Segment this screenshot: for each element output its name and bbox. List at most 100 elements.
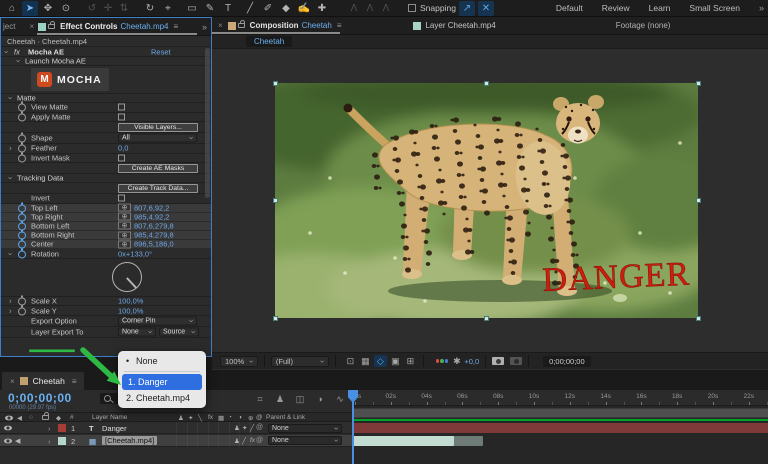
dropdown[interactable]: None› bbox=[118, 327, 156, 336]
property-value[interactable]: 100,0% bbox=[118, 306, 143, 315]
stopwatch-icon[interactable] bbox=[18, 248, 26, 259]
property-control[interactable]: 0,0 bbox=[118, 144, 128, 153]
workspace-learn[interactable]: Learn bbox=[649, 3, 671, 13]
stopwatch-icon[interactable] bbox=[18, 152, 26, 163]
tab-effect-controls[interactable]: Effect Controls bbox=[60, 22, 117, 31]
breadcrumb[interactable]: Cheetah bbox=[246, 36, 292, 47]
property-control[interactable] bbox=[118, 113, 125, 120]
menu-item-none[interactable]: •None bbox=[118, 353, 206, 369]
workspace-default[interactable]: Default bbox=[556, 3, 583, 13]
layer-switch-icon[interactable]: ♟ bbox=[234, 424, 240, 432]
twirl-icon[interactable]: › bbox=[6, 97, 15, 100]
layer-switch-icon[interactable]: fx bbox=[250, 437, 255, 444]
type-tool[interactable]: T bbox=[220, 1, 236, 16]
close-icon[interactable]: × bbox=[29, 22, 34, 31]
property-value[interactable]: 0,0 bbox=[118, 144, 128, 153]
time-ruler[interactable]: :00s02s04s06s08s10s12s14s16s18s20s22s bbox=[353, 390, 768, 406]
lock-icon[interactable] bbox=[48, 24, 55, 29]
selection-handle[interactable] bbox=[273, 198, 278, 203]
close-icon[interactable]: × bbox=[10, 377, 15, 386]
region-of-interest-icon[interactable]: ▣ bbox=[389, 355, 402, 367]
selection-tool[interactable]: ➤ bbox=[22, 1, 38, 16]
layer-row--cheetah-mp4-[interactable]: ◀›2▤[Cheetah.mp4]♟╱fx@None› bbox=[0, 435, 352, 447]
twirl-icon[interactable]: › bbox=[9, 306, 12, 315]
composition-image[interactable]: DANGER bbox=[275, 83, 698, 318]
snapping-checkbox[interactable] bbox=[408, 4, 416, 12]
resolution-select[interactable]: (Full)› bbox=[271, 356, 329, 367]
twirl-icon[interactable]: › bbox=[9, 144, 12, 153]
selection-handle[interactable] bbox=[273, 81, 278, 86]
layer-name[interactable]: Danger bbox=[102, 424, 127, 433]
channel-icon[interactable] bbox=[436, 359, 449, 363]
layer-name-column-header[interactable]: Layer Name bbox=[92, 414, 127, 421]
puppet-pin-tool[interactable]: ✚ bbox=[314, 1, 330, 16]
property-control[interactable]: All› bbox=[118, 134, 197, 143]
orbit-camera-tool[interactable]: ↺ bbox=[84, 1, 100, 16]
ec-button-create-track-data-[interactable]: Create Track Data... bbox=[118, 184, 198, 193]
current-timecode[interactable]: 0;00;00;00 bbox=[8, 391, 72, 405]
dropdown[interactable]: All› bbox=[118, 134, 197, 143]
property-value[interactable]: 985,4,92,2 bbox=[134, 212, 169, 221]
selection-handle[interactable] bbox=[696, 198, 701, 203]
label-column-icon[interactable]: ◆ bbox=[56, 414, 61, 422]
twirl-icon[interactable]: › bbox=[48, 424, 51, 433]
selection-handle[interactable] bbox=[484, 316, 489, 321]
switch-column-icon[interactable]: ◑ bbox=[238, 414, 242, 421]
twirl-icon[interactable]: › bbox=[9, 297, 12, 306]
mask-visibility-icon[interactable]: ◇ bbox=[374, 355, 387, 367]
selection-handle[interactable] bbox=[273, 316, 278, 321]
property-value[interactable]: 100,0% bbox=[118, 297, 143, 306]
tab-footage[interactable]: Footage (none) bbox=[616, 21, 671, 30]
snap-expand-icon[interactable]: ✕ bbox=[478, 1, 494, 16]
property-value[interactable]: 807,6,279,8 bbox=[134, 221, 174, 230]
switch-column-icon[interactable]: ♟ bbox=[178, 414, 184, 422]
reset-link[interactable]: Reset bbox=[151, 47, 171, 56]
grid-guides-icon[interactable]: ⊡ bbox=[344, 355, 357, 367]
layer-duration-bar[interactable] bbox=[353, 436, 454, 446]
tab-composition-doc[interactable]: Cheetah bbox=[302, 21, 332, 30]
target-icon[interactable]: ⊕ bbox=[118, 231, 131, 239]
property-control[interactable]: ⊕985,4,279,8 bbox=[118, 231, 174, 240]
audio-column-icon[interactable]: ◀ bbox=[17, 414, 22, 422]
layer-color-swatch[interactable] bbox=[58, 424, 66, 432]
exposure-gear-icon[interactable]: ✱ bbox=[450, 355, 463, 367]
pan-camera-tool[interactable]: ✛ bbox=[100, 1, 116, 16]
parent-link-column-header[interactable]: Parent & Link bbox=[266, 414, 305, 421]
frame-blend-toggle-icon[interactable]: ◫ bbox=[292, 393, 308, 405]
twirl-icon[interactable]: › bbox=[48, 437, 51, 446]
pan-behind-tool[interactable]: ⌖ bbox=[160, 1, 176, 16]
eraser-tool[interactable]: ◆ bbox=[278, 1, 294, 16]
layer-switch-icon[interactable]: ♟ bbox=[234, 437, 240, 445]
timeline-track-area[interactable]: :00s02s04s06s08s10s12s14s16s18s20s22s bbox=[352, 390, 768, 464]
selection-handle[interactable] bbox=[696, 316, 701, 321]
ec-button-create-ae-masks[interactable]: Create AE Masks bbox=[118, 164, 198, 173]
pickwhip-icon[interactable]: @ bbox=[256, 424, 263, 431]
selection-handle[interactable] bbox=[484, 81, 489, 86]
property-control[interactable]: ⊕807,6,279,8 bbox=[118, 221, 174, 230]
panel-menu-icon[interactable]: ≡ bbox=[337, 21, 342, 30]
timeline-tab[interactable]: × Cheetah ≡ bbox=[2, 372, 84, 390]
twirl-icon[interactable]: › bbox=[2, 50, 11, 53]
exposure-value[interactable]: +0,0 bbox=[464, 357, 479, 366]
parent-link-select[interactable]: None› bbox=[268, 424, 342, 433]
layer-name[interactable]: [Cheetah.mp4] bbox=[102, 436, 157, 445]
property-control[interactable]: ⊕985,4,92,2 bbox=[118, 212, 169, 221]
checkbox[interactable] bbox=[118, 195, 125, 202]
checkbox[interactable] bbox=[118, 104, 125, 111]
switch-column-icon[interactable]: ◔ bbox=[228, 414, 232, 421]
stopwatch-icon[interactable] bbox=[18, 111, 26, 122]
property-control[interactable]: 100,0% bbox=[118, 306, 143, 315]
pen-tool[interactable]: ✎ bbox=[202, 1, 218, 16]
rotation-tool[interactable]: ↻ bbox=[142, 1, 158, 16]
lock-icon[interactable] bbox=[238, 23, 245, 28]
property-control[interactable]: 100,0% bbox=[118, 297, 143, 306]
puppet-pin-variant-icon[interactable]: Λ bbox=[346, 1, 362, 16]
launch-mocha-button[interactable]: MMOCHA bbox=[31, 68, 109, 91]
switch-column-icon[interactable]: ▩ bbox=[218, 414, 224, 422]
menu-item-2-cheetah-mp4[interactable]: 2. Cheetah.mp4 bbox=[118, 390, 206, 406]
graph-editor-icon[interactable]: ∿ bbox=[332, 393, 348, 405]
target-icon[interactable]: ⊕ bbox=[118, 204, 131, 212]
workspace-small-screen[interactable]: Small Screen bbox=[689, 3, 740, 13]
rotation-dial[interactable] bbox=[112, 262, 142, 292]
tab-overflow-icon[interactable]: » bbox=[202, 22, 207, 32]
